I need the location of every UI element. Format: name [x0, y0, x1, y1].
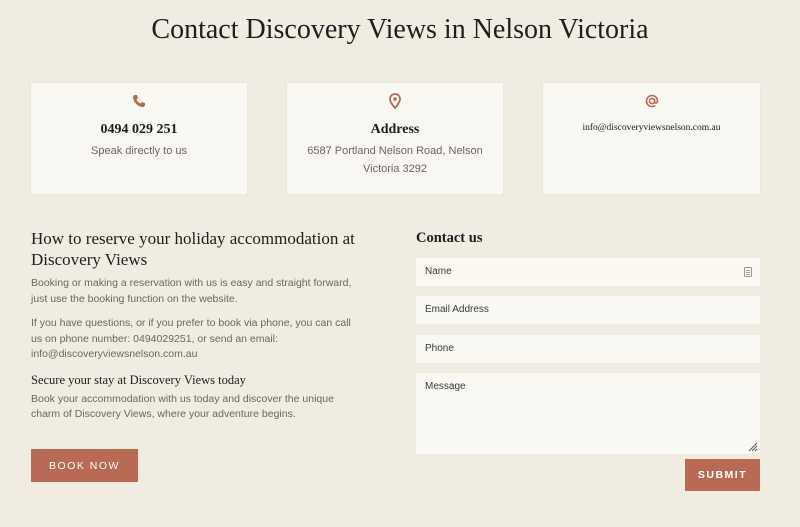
- name-input[interactable]: Name: [416, 258, 760, 286]
- reserve-heading: How to reserve your holiday accommodatio…: [31, 228, 371, 270]
- reserve-paragraph-3: Book your accommodation with us today an…: [31, 392, 371, 423]
- address-card: Address 6587 Portland Nelson Road, Nelso…: [287, 83, 503, 194]
- at-icon: [645, 94, 658, 108]
- resize-grip-icon[interactable]: [748, 442, 758, 452]
- address-title: Address: [370, 122, 420, 137]
- reserve-p1-line-2: just use the booking function on the web…: [31, 292, 238, 305]
- email-card: info@discoveryviewsnelson.com.au: [543, 83, 760, 194]
- address-line-2: Victoria 3292: [362, 163, 427, 175]
- reserve-p3-line-2: charm of Discovery Views, where your adv…: [31, 408, 296, 420]
- address-line-1: 6587 Portland Nelson Road, Nelson: [307, 145, 483, 157]
- contact-form-title: Contact us: [416, 230, 483, 246]
- phone-icon: [133, 95, 145, 107]
- secure-stay-heading: Secure your stay at Discovery Views toda…: [31, 372, 246, 387]
- contact-card-icon: [744, 267, 752, 277]
- book-now-button[interactable]: BOOK NOW: [31, 449, 138, 482]
- email-field[interactable]: Email Address: [416, 296, 760, 324]
- reserve-section: How to reserve your holiday accommodatio…: [31, 228, 371, 423]
- reserve-paragraph-1: Booking or making a reservation with us …: [31, 276, 371, 307]
- message-placeholder: Message: [425, 381, 466, 392]
- phone-number[interactable]: 0494 029 251: [31, 122, 247, 138]
- message-textarea[interactable]: Message: [416, 373, 760, 454]
- email-link[interactable]: info@discoveryviewsnelson.com.au: [543, 123, 760, 133]
- reserve-p2-line-1: If you have questions, or if you prefer …: [31, 317, 351, 329]
- email-placeholder: Email Address: [425, 304, 489, 315]
- page-title: Contact Discovery Views in Nelson Victor…: [151, 14, 649, 45]
- reserve-p1-line-1: Booking or making a reservation with us …: [31, 277, 352, 289]
- phone-subtitle: Speak directly to us: [91, 145, 187, 157]
- reserve-heading-line-1: How to reserve your holiday accommodatio…: [31, 229, 355, 248]
- phone-placeholder: Phone: [425, 343, 454, 354]
- reserve-p2-line-2: us on phone number: 0494029251, or send …: [31, 332, 278, 345]
- reserve-paragraph-2: If you have questions, or if you prefer …: [31, 316, 371, 363]
- reserve-p2-line-3[interactable]: info@discoveryviewsnelson.com.au: [31, 348, 197, 360]
- name-placeholder: Name: [425, 266, 452, 277]
- location-pin-icon: [389, 93, 401, 109]
- reserve-p3-line-1: Book your accommodation with us today an…: [31, 392, 334, 405]
- submit-button[interactable]: SUBMIT: [685, 459, 760, 491]
- phone-card: 0494 029 251 Speak directly to us: [31, 83, 247, 194]
- phone-field[interactable]: Phone: [416, 335, 760, 363]
- reserve-heading-line-2: Discovery Views: [31, 250, 148, 269]
